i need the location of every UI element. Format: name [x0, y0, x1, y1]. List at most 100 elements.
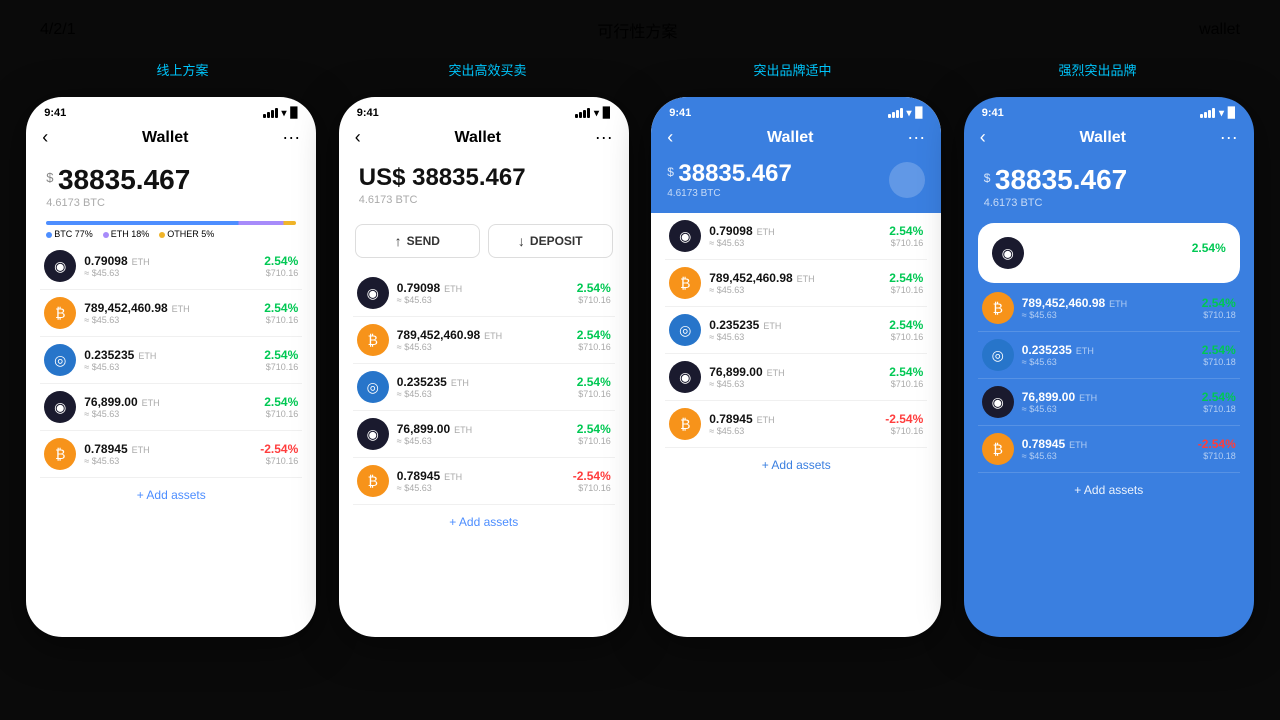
more-button-3[interactable]: ···	[907, 127, 925, 148]
asset-amount: 0.78945	[709, 412, 752, 426]
legend-other-1: OTHER 5%	[159, 229, 214, 239]
add-assets-1[interactable]: + Add assets	[26, 478, 316, 512]
send-button-2[interactable]: ↑ SEND	[355, 224, 480, 258]
asset-item: ◉76,899.00ETH≈ $45.632.54%$710.16	[353, 411, 615, 458]
wifi-icon-1: ▾	[282, 108, 287, 119]
asset-change: 2.54%$710.16	[577, 328, 611, 352]
more-button-1[interactable]: ···	[282, 127, 300, 148]
add-assets-3[interactable]: + Add assets	[651, 448, 941, 482]
asset-change-pct: -2.54%	[573, 469, 611, 483]
status-bar-2: 9:41 ▾ ▉	[339, 97, 629, 123]
asset-info: 0.235235ETH≈ $45.63	[1022, 343, 1194, 367]
asset-usd: ≈ $45.63	[709, 379, 881, 389]
phone-1: 9:41 ▾ ▉ ‹ Wallet ··· $ 38835.467	[26, 97, 316, 637]
phone-3: 9:41 ▾ ▉ ‹ Wallet ···	[651, 97, 941, 637]
asset-usd: ≈ $45.63	[397, 342, 569, 352]
add-assets-2[interactable]: + Add assets	[339, 505, 629, 539]
asset-icon: ◎	[44, 344, 76, 376]
asset-item: ₿0.78945ETH≈ $45.63-2.54%$710.16	[40, 431, 302, 478]
asset-info-card-4: 0.79098 ETH ≈ $45.63	[1032, 241, 1184, 265]
asset-icon: ₿	[44, 438, 76, 470]
asset-card-item-4: ◉ 0.79098 ETH ≈ $45.63 2.54% $710.18	[992, 235, 1226, 271]
asset-value: $710.16	[889, 332, 923, 342]
asset-symbol: ETH	[444, 472, 462, 482]
asset-symbol: ETH	[1076, 346, 1094, 356]
legend-1: BTC 77% ETH 18% OTHER 5%	[46, 229, 296, 239]
signal-icon-4	[1200, 108, 1215, 118]
more-button-4[interactable]: ···	[1220, 127, 1238, 148]
top-bar-center: 可行性方案	[597, 18, 677, 42]
asset-info: 76,899.00ETH≈ $45.63	[1022, 390, 1194, 414]
back-button-3[interactable]: ‹	[667, 127, 673, 148]
asset-usd: ≈ $45.63	[1022, 451, 1190, 461]
asset-symbol: ETH	[1079, 393, 1097, 403]
asset-change-pct: 2.54%	[1202, 343, 1236, 357]
asset-change-pct: 2.54%	[264, 395, 298, 409]
asset-amount: 789,452,460.98	[1022, 296, 1105, 310]
asset-change: -2.54%$710.18	[1198, 437, 1236, 461]
status-icons-1: ▾ ▉	[263, 108, 299, 119]
asset-usd: ≈ $45.63	[84, 268, 256, 278]
asset-info: 0.78945ETH≈ $45.63	[1022, 437, 1190, 461]
add-assets-4[interactable]: + Add assets	[964, 473, 1254, 507]
asset-usd: ≈ $45.63	[709, 426, 877, 436]
deposit-button-2[interactable]: ↓ DEPOSIT	[488, 224, 613, 258]
asset-info: 0.78945 ETH≈ $45.63	[709, 412, 877, 436]
balance-btc-4: 4.6173 BTC	[984, 197, 1234, 209]
asset-icon: ₿	[982, 433, 1014, 465]
asset-change: -2.54%$710.16	[885, 412, 923, 436]
asset-info: 0.79098ETH≈ $45.63	[709, 224, 881, 248]
asset-amount: 789,452,460.98	[397, 328, 480, 342]
asset-icon: ₿	[669, 408, 701, 440]
asset-usd: ≈ $45.63	[709, 285, 881, 295]
asset-info: 789,452,460.98ETH≈ $45.63	[84, 301, 256, 325]
asset-info: 0.235235ETH≈ $45.63	[709, 318, 881, 342]
asset-icon: ◎	[982, 339, 1014, 371]
asset-change-pct: 2.54%	[577, 375, 611, 389]
nav-bar-4: ‹ Wallet ···	[964, 123, 1254, 156]
asset-usd: ≈ $45.63	[1022, 310, 1194, 320]
variant-label-1: 线上方案	[38, 60, 328, 79]
more-button-2[interactable]: ···	[595, 127, 613, 148]
back-button-4[interactable]: ‹	[980, 127, 986, 148]
asset-info: 789,452,460.98ETH≈ $45.63	[1022, 296, 1194, 320]
variants-row: 线上方案 突出高效买卖 突出品牌适中 强烈突出品牌	[0, 60, 1280, 79]
balance-btc-1: 4.6173 BTC	[46, 197, 296, 209]
asset-item: ◎0.235235ETH≈ $45.632.54%$710.16	[665, 307, 927, 354]
back-button-1[interactable]: ‹	[42, 127, 48, 148]
change-pct-card-4: 2.54%	[1192, 241, 1226, 255]
toggle-button-3[interactable]	[889, 162, 925, 198]
asset-item: ₿ 0.78945ETH≈ $45.63 -2.54%$710.18	[978, 426, 1240, 473]
asset-change: 2.54%$710.16	[577, 375, 611, 399]
signal-icon-1	[263, 108, 278, 118]
asset-info: 76,899.00ETH≈ $45.63	[397, 422, 569, 446]
asset-icon: ◉	[357, 277, 389, 309]
variant-label-3: 突出品牌适中	[648, 60, 938, 79]
asset-usd-card-4: ≈ $45.63	[1032, 255, 1184, 265]
asset-info: 789,452,460.98ETH≈ $45.63	[709, 271, 881, 295]
phones-row: 9:41 ▾ ▉ ‹ Wallet ··· $ 38835.467	[0, 97, 1280, 637]
nav-bar-3: ‹ Wallet ···	[651, 123, 941, 156]
dollar-sym-4: $	[984, 171, 991, 185]
asset-change-pct: 2.54%	[889, 318, 923, 332]
asset-change-pct: -2.54%	[885, 412, 923, 426]
asset-symbol: ETH	[767, 368, 785, 378]
asset-symbol: ETH	[757, 227, 775, 237]
top-bar-left: 4/2/1	[40, 21, 76, 39]
asset-item: ₿789,452,460.98ETH≈ $45.632.54%$710.16	[353, 317, 615, 364]
asset-value: $710.16	[889, 238, 923, 248]
asset-info: 0.79098ETH≈ $45.63	[397, 281, 569, 305]
asset-item: ₿789,452,460.98ETH≈ $45.632.54%$710.16	[40, 290, 302, 337]
asset-value: $710.16	[889, 379, 923, 389]
nav-bar-1: ‹ Wallet ···	[26, 123, 316, 156]
time-2: 9:41	[357, 107, 379, 119]
asset-icon: ◉	[982, 386, 1014, 418]
asset-symbol: ETH	[757, 415, 775, 425]
nav-title-2: Wallet	[454, 129, 501, 147]
asset-change-pct: 2.54%	[1202, 390, 1236, 404]
asset-symbol: ETH	[451, 378, 469, 388]
asset-value: $710.16	[260, 456, 298, 466]
asset-amount: 0.79098	[709, 224, 752, 238]
asset-item: ◎0.235235ETH≈ $45.632.54%$710.16	[40, 337, 302, 384]
back-button-2[interactable]: ‹	[355, 127, 361, 148]
